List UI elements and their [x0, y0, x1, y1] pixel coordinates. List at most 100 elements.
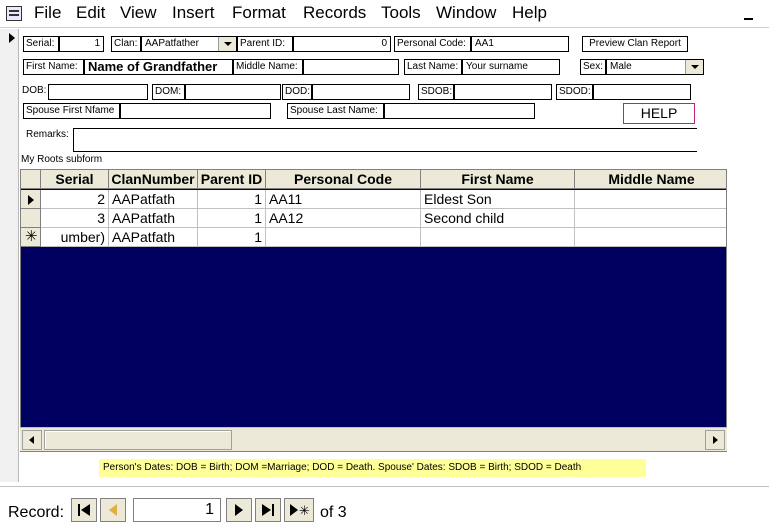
- record-navigation-bar: Record: 1 ✳ of 3: [0, 486, 769, 530]
- first-name-field[interactable]: Name of Grandfather: [84, 59, 233, 75]
- table-row[interactable]: 3 AAPatfath 1 AA12 Second child Yo: [21, 209, 726, 228]
- sdod-field[interactable]: [593, 84, 691, 100]
- column-header-personal-code[interactable]: Personal Code: [266, 170, 421, 189]
- cell-serial[interactable]: 2: [41, 190, 109, 209]
- record-label: Record:: [8, 504, 65, 521]
- spouse-last-name-label: Spouse Last Name:: [287, 103, 384, 119]
- parent-id-label: Parent ID:: [237, 36, 293, 52]
- new-record-icon: ✳: [25, 228, 38, 245]
- menu-insert[interactable]: Insert: [172, 3, 215, 23]
- middle-name-field[interactable]: [303, 59, 399, 75]
- sex-value: Male: [610, 61, 632, 72]
- preview-clan-report-button[interactable]: Preview Clan Report: [582, 36, 688, 52]
- minimize-icon[interactable]: [742, 4, 756, 22]
- row-selector[interactable]: [21, 209, 41, 228]
- remarks-field[interactable]: [73, 128, 697, 152]
- serial-label: Serial:: [23, 36, 59, 52]
- cell-first-name[interactable]: Eldest Son: [421, 190, 575, 209]
- serial-field[interactable]: 1: [59, 36, 104, 52]
- cell-personal-code[interactable]: [266, 228, 421, 247]
- column-header-serial[interactable]: Serial: [41, 170, 109, 189]
- personal-code-label: Personal Code:: [394, 36, 471, 52]
- scroll-left-icon[interactable]: [22, 430, 42, 450]
- svg-text:✳: ✳: [299, 504, 310, 517]
- dob-field[interactable]: [48, 84, 148, 100]
- last-name-field[interactable]: Your surname: [462, 59, 560, 75]
- cell-first-name[interactable]: Second child: [421, 209, 575, 228]
- menu-records[interactable]: Records: [303, 3, 366, 23]
- menu-tools[interactable]: Tools: [381, 3, 421, 23]
- last-record-button[interactable]: [255, 498, 281, 522]
- clan-dropdown-icon[interactable]: [218, 37, 236, 51]
- cell-personal-code[interactable]: AA11: [266, 190, 421, 209]
- app-menu-icon[interactable]: [6, 6, 22, 21]
- column-header-first-name[interactable]: First Name: [421, 170, 575, 189]
- current-record-arrow-icon: [9, 33, 15, 43]
- column-header-middle-name[interactable]: Middle Name: [575, 170, 726, 189]
- spouse-first-name-field[interactable]: [120, 103, 271, 119]
- dod-label: DOD:: [282, 84, 312, 100]
- dod-field[interactable]: [312, 84, 410, 100]
- column-header-clan-number[interactable]: ClanNumber: [109, 170, 198, 189]
- cell-middle-name[interactable]: [575, 209, 726, 228]
- current-row-arrow-icon: [28, 195, 34, 205]
- cell-personal-code[interactable]: AA12: [266, 209, 421, 228]
- sex-label: Sex:: [580, 59, 606, 75]
- menu-help[interactable]: Help: [512, 3, 547, 23]
- cell-middle-name[interactable]: [575, 190, 726, 209]
- menu-view[interactable]: View: [120, 3, 157, 23]
- last-name-label: Last Name:: [404, 59, 462, 75]
- menu-edit[interactable]: Edit: [76, 3, 105, 23]
- column-header-parent-id[interactable]: Parent ID: [198, 170, 266, 189]
- table-row[interactable]: 2 AAPatfath 1 AA11 Eldest Son Yo: [21, 190, 726, 209]
- clan-combo[interactable]: AAPatfather: [141, 36, 237, 52]
- dates-legend-note: Person's Dates: DOB = Birth; DOM =Marria…: [99, 459, 646, 477]
- cell-clan[interactable]: AAPatfath: [109, 209, 198, 228]
- parent-id-field[interactable]: 0: [293, 36, 391, 52]
- sex-dropdown-icon[interactable]: [685, 60, 703, 74]
- next-record-button[interactable]: [226, 498, 252, 522]
- new-record-nav-icon: ✳: [290, 504, 310, 517]
- menu-file[interactable]: File: [34, 3, 61, 23]
- new-record-button[interactable]: ✳: [284, 498, 314, 522]
- cell-serial[interactable]: 3: [41, 209, 109, 228]
- last-record-icon: [262, 504, 274, 516]
- sex-combo[interactable]: Male: [606, 59, 704, 75]
- new-record-row[interactable]: ✳ umber) AAPatfath 1: [21, 228, 726, 247]
- menu-window[interactable]: Window: [436, 3, 496, 23]
- cell-clan[interactable]: AAPatfath: [109, 190, 198, 209]
- row-selector[interactable]: [21, 190, 41, 209]
- horizontal-scrollbar[interactable]: [20, 427, 727, 451]
- sdob-field[interactable]: [454, 84, 552, 100]
- scroll-right-icon[interactable]: [705, 430, 725, 450]
- cell-clan[interactable]: AAPatfath: [109, 228, 198, 247]
- first-name-label: First Name:: [23, 59, 84, 75]
- personal-code-field[interactable]: AA1: [471, 36, 569, 52]
- cell-middle-name[interactable]: [575, 228, 726, 247]
- spouse-last-name-field[interactable]: [384, 103, 535, 119]
- current-record-field[interactable]: 1: [133, 498, 221, 522]
- dob-label: DOB:: [20, 84, 48, 100]
- cell-first-name[interactable]: [421, 228, 575, 247]
- previous-record-button[interactable]: [100, 498, 126, 522]
- subform-label: My Roots subform: [21, 154, 103, 165]
- menu-format[interactable]: Format: [232, 3, 286, 23]
- sdob-label: SDOB:: [418, 84, 454, 100]
- menu-bar: File Edit View Insert Format Records Too…: [0, 0, 769, 28]
- cell-parent[interactable]: 1: [198, 209, 266, 228]
- scroll-thumb[interactable]: [44, 430, 232, 450]
- grid-header: Serial ClanNumber Parent ID Personal Cod…: [21, 170, 726, 189]
- dom-field[interactable]: [185, 84, 281, 100]
- row-selector[interactable]: ✳: [21, 228, 41, 247]
- my-roots-subform: Serial ClanNumber Parent ID Personal Cod…: [20, 169, 727, 452]
- clan-value: AAPatfather: [145, 38, 199, 49]
- previous-record-icon: [109, 504, 117, 516]
- middle-name-label: Middle Name:: [233, 59, 303, 75]
- record-selector[interactable]: [0, 29, 19, 482]
- cell-parent[interactable]: 1: [198, 190, 266, 209]
- cell-parent[interactable]: 1: [198, 228, 266, 247]
- cell-serial[interactable]: umber): [41, 228, 109, 247]
- first-record-button[interactable]: [71, 498, 97, 522]
- grid-corner[interactable]: [21, 170, 41, 189]
- help-button[interactable]: HELP: [623, 103, 695, 124]
